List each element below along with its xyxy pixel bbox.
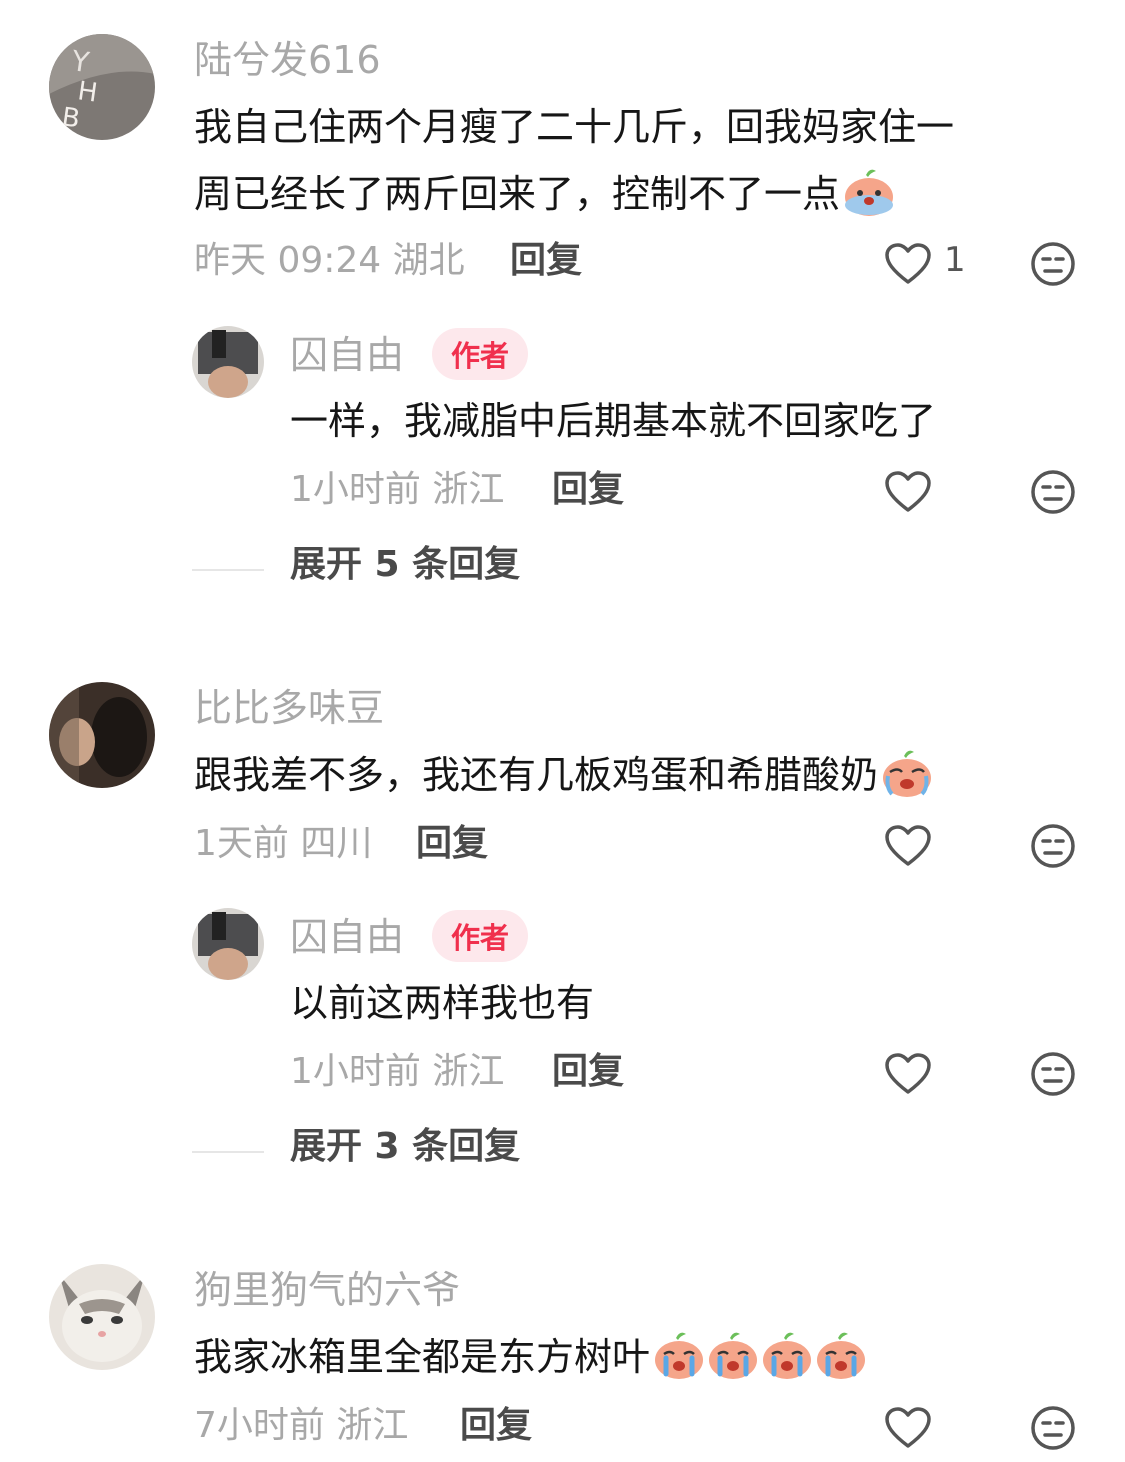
avatar[interactable] — [49, 1264, 155, 1370]
comment-username[interactable]: 陆兮发616 — [194, 41, 381, 79]
heart-outline-icon[interactable] — [884, 824, 932, 868]
neutral-face-icon[interactable] — [1030, 1051, 1076, 1097]
avatar[interactable]: Y H B — [49, 34, 155, 140]
expand-divider — [192, 1151, 264, 1153]
reply-button[interactable]: 回复 — [510, 243, 582, 279]
heart-outline-icon[interactable] — [884, 242, 932, 286]
comment-text: 我家冰箱里全都是东方树叶 — [194, 1324, 868, 1391]
avatar[interactable] — [192, 908, 264, 980]
reply-button[interactable]: 回复 — [552, 472, 624, 508]
neutral-face-icon[interactable] — [1030, 823, 1076, 869]
comment-text-line: 我家冰箱里全都是东方树叶 — [194, 1335, 651, 1379]
expand-replies-button[interactable]: 展开 3 条回复 — [290, 1129, 520, 1165]
comment-meta: 7小时前 浙江 — [194, 1405, 409, 1446]
reply-button[interactable]: 回复 — [460, 1408, 532, 1444]
heart-outline-icon[interactable] — [884, 470, 932, 514]
author-badge: 作者 — [432, 910, 528, 962]
heart-outline-icon[interactable] — [884, 1052, 932, 1096]
comment-text: 周已经长了两斤回来了，控制不了一点 — [194, 161, 896, 228]
avatar[interactable] — [49, 682, 155, 788]
crying-peach-emoji-icon — [652, 1330, 706, 1380]
reply-text: 以前这两样我也有 — [290, 981, 595, 1025]
expand-divider — [192, 569, 264, 571]
like-count: 1 — [944, 240, 966, 280]
crying-peach-emoji-icon — [880, 748, 934, 798]
reply-button[interactable]: 回复 — [416, 826, 488, 862]
crying-peach-emoji-icon — [814, 1330, 868, 1380]
comment-meta: 1天前 四川 — [194, 823, 373, 864]
reply-username[interactable]: 囚自由 — [290, 336, 404, 374]
neutral-face-icon[interactable] — [1030, 241, 1076, 287]
crying-peach-emoji-icon — [760, 1330, 814, 1380]
heart-outline-icon[interactable] — [884, 1406, 932, 1450]
expand-replies-button[interactable]: 展开 5 条回复 — [290, 547, 520, 583]
comment-username[interactable]: 狗里狗气的六爷 — [194, 1271, 460, 1309]
neutral-face-icon[interactable] — [1030, 1405, 1076, 1451]
comment-text-line: 周已经长了两斤回来了，控制不了一点 — [194, 172, 841, 216]
comment-meta: 昨天 09:24 湖北 — [194, 240, 465, 281]
reply-button[interactable]: 回复 — [552, 1054, 624, 1090]
neutral-face-icon[interactable] — [1030, 469, 1076, 515]
reply-username[interactable]: 囚自由 — [290, 918, 404, 956]
comment-text-line: 跟我差不多，我还有几板鸡蛋和希腊酸奶 — [194, 753, 879, 797]
reply-meta: 1小时前 浙江 — [290, 469, 505, 510]
reply-meta: 1小时前 浙江 — [290, 1051, 505, 1092]
comment-text: 我自己住两个月瘦了二十几斤，回我妈家住一 — [194, 94, 954, 161]
comment-username[interactable]: 比比多味豆 — [194, 689, 384, 727]
comment-text: 跟我差不多，我还有几板鸡蛋和希腊酸奶 — [194, 742, 934, 809]
crying-peach-emoji-icon — [706, 1330, 760, 1380]
comment-text-line: 我自己住两个月瘦了二十几斤，回我妈家住一 — [194, 105, 955, 149]
avatar[interactable] — [192, 326, 264, 398]
crying-peach-emoji-icon — [842, 167, 896, 217]
reply-text: 一样，我减脂中后期基本就不回家吃了 — [290, 399, 937, 443]
author-badge: 作者 — [432, 328, 528, 380]
